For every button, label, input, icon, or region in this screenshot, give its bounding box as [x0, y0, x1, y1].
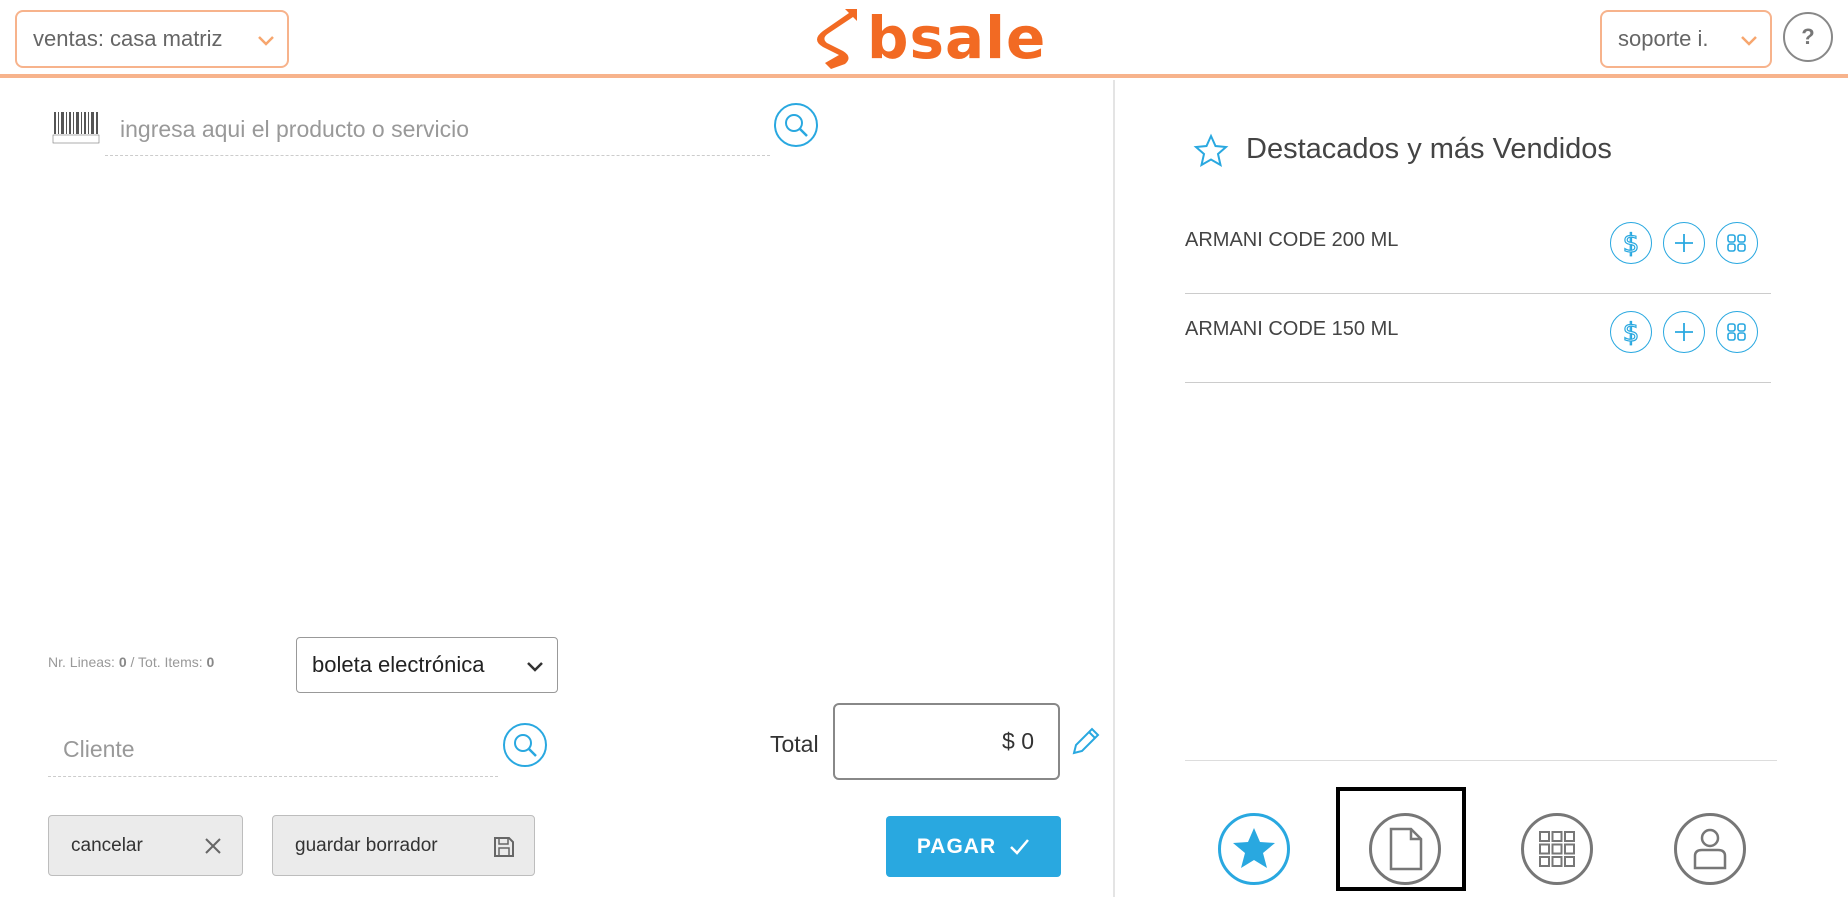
lines-value: 0 [118, 654, 127, 670]
items-label: / Tot. Items: [130, 654, 203, 670]
lines-label: Nr. Lineas: [48, 654, 115, 670]
search-icon [514, 734, 537, 757]
check-icon [1010, 838, 1030, 855]
chevron-down-icon [1741, 36, 1757, 46]
nav-catalog-button[interactable] [1521, 813, 1593, 885]
blocks-icon [1727, 234, 1746, 252]
panel-divider [1113, 80, 1115, 897]
grid-icon [1539, 831, 1575, 867]
variants-button[interactable] [1716, 222, 1758, 264]
chevron-down-icon [527, 662, 543, 672]
star-icon [1229, 824, 1279, 874]
line-item-counts: Nr. Lineas: 0 / Tot. Items: 0 [48, 654, 214, 670]
top-bar: ventas: casa matriz bsale soporte i. ? [0, 0, 1848, 78]
price-button[interactable]: $ [1610, 222, 1652, 264]
svg-text:$: $ [1623, 229, 1640, 258]
document-type-value: boleta electrónica [312, 652, 485, 677]
plus-icon [1675, 323, 1693, 341]
add-button[interactable] [1663, 311, 1705, 353]
star-outline-icon [1193, 133, 1229, 168]
favorites-title: Destacados y más Vendidos [1246, 133, 1612, 165]
draft-label: guardar borrador [295, 834, 438, 856]
total-amount: $ 0 [833, 703, 1060, 780]
plus-icon [1675, 234, 1693, 252]
save-draft-button[interactable]: guardar borrador [272, 815, 535, 876]
client-search-button[interactable] [503, 723, 547, 767]
close-icon [205, 838, 221, 854]
favorite-item-row: ARMANI CODE 200 ML $ [1185, 205, 1771, 294]
favorite-item-name: ARMANI CODE 150 ML [1185, 318, 1399, 340]
barcode-icon [52, 112, 100, 144]
cancel-button[interactable]: cancelar [48, 815, 243, 876]
client-input[interactable] [48, 722, 498, 777]
branch-select-value: ventas: casa matriz [33, 26, 223, 51]
footer-divider [1185, 760, 1777, 761]
product-search-input[interactable] [105, 104, 770, 156]
nav-favorites-button[interactable] [1218, 813, 1290, 885]
bsale-logo: bsale [815, 4, 1047, 72]
nav-client-button[interactable] [1674, 813, 1746, 885]
favorite-item-name: ARMANI CODE 200 ML [1185, 229, 1399, 251]
floppy-disk-icon [494, 837, 514, 857]
product-search-button[interactable] [774, 103, 818, 147]
user-icon [1693, 828, 1727, 870]
help-button[interactable]: ? [1783, 12, 1833, 62]
user-select-value: soporte i. [1618, 26, 1709, 51]
dollar-icon: $ [1622, 228, 1640, 258]
focus-highlight [1336, 787, 1466, 891]
pencil-icon[interactable] [1068, 725, 1102, 759]
total-label: Total [770, 731, 819, 757]
svg-text:$: $ [1623, 318, 1640, 347]
user-select[interactable]: soporte i. [1600, 10, 1772, 68]
favorite-item-row: ARMANI CODE 150 ML $ [1185, 294, 1771, 383]
brand-name: bsale [867, 4, 1047, 72]
pay-button[interactable]: PAGAR [886, 816, 1061, 877]
cancel-label: cancelar [71, 834, 143, 856]
pay-label: PAGAR [916, 834, 997, 858]
total-value: $ 0 [1002, 728, 1034, 754]
blocks-icon [1727, 323, 1746, 341]
branch-select[interactable]: ventas: casa matriz [15, 10, 289, 68]
items-value: 0 [206, 654, 215, 670]
add-button[interactable] [1663, 222, 1705, 264]
search-icon [785, 114, 808, 137]
document-type-select[interactable]: boleta electrónica [296, 637, 558, 693]
chevron-down-icon [258, 36, 274, 46]
price-button[interactable]: $ [1610, 311, 1652, 353]
dollar-icon: $ [1622, 317, 1640, 347]
bsale-logo-icon [817, 9, 857, 69]
variants-button[interactable] [1716, 311, 1758, 353]
